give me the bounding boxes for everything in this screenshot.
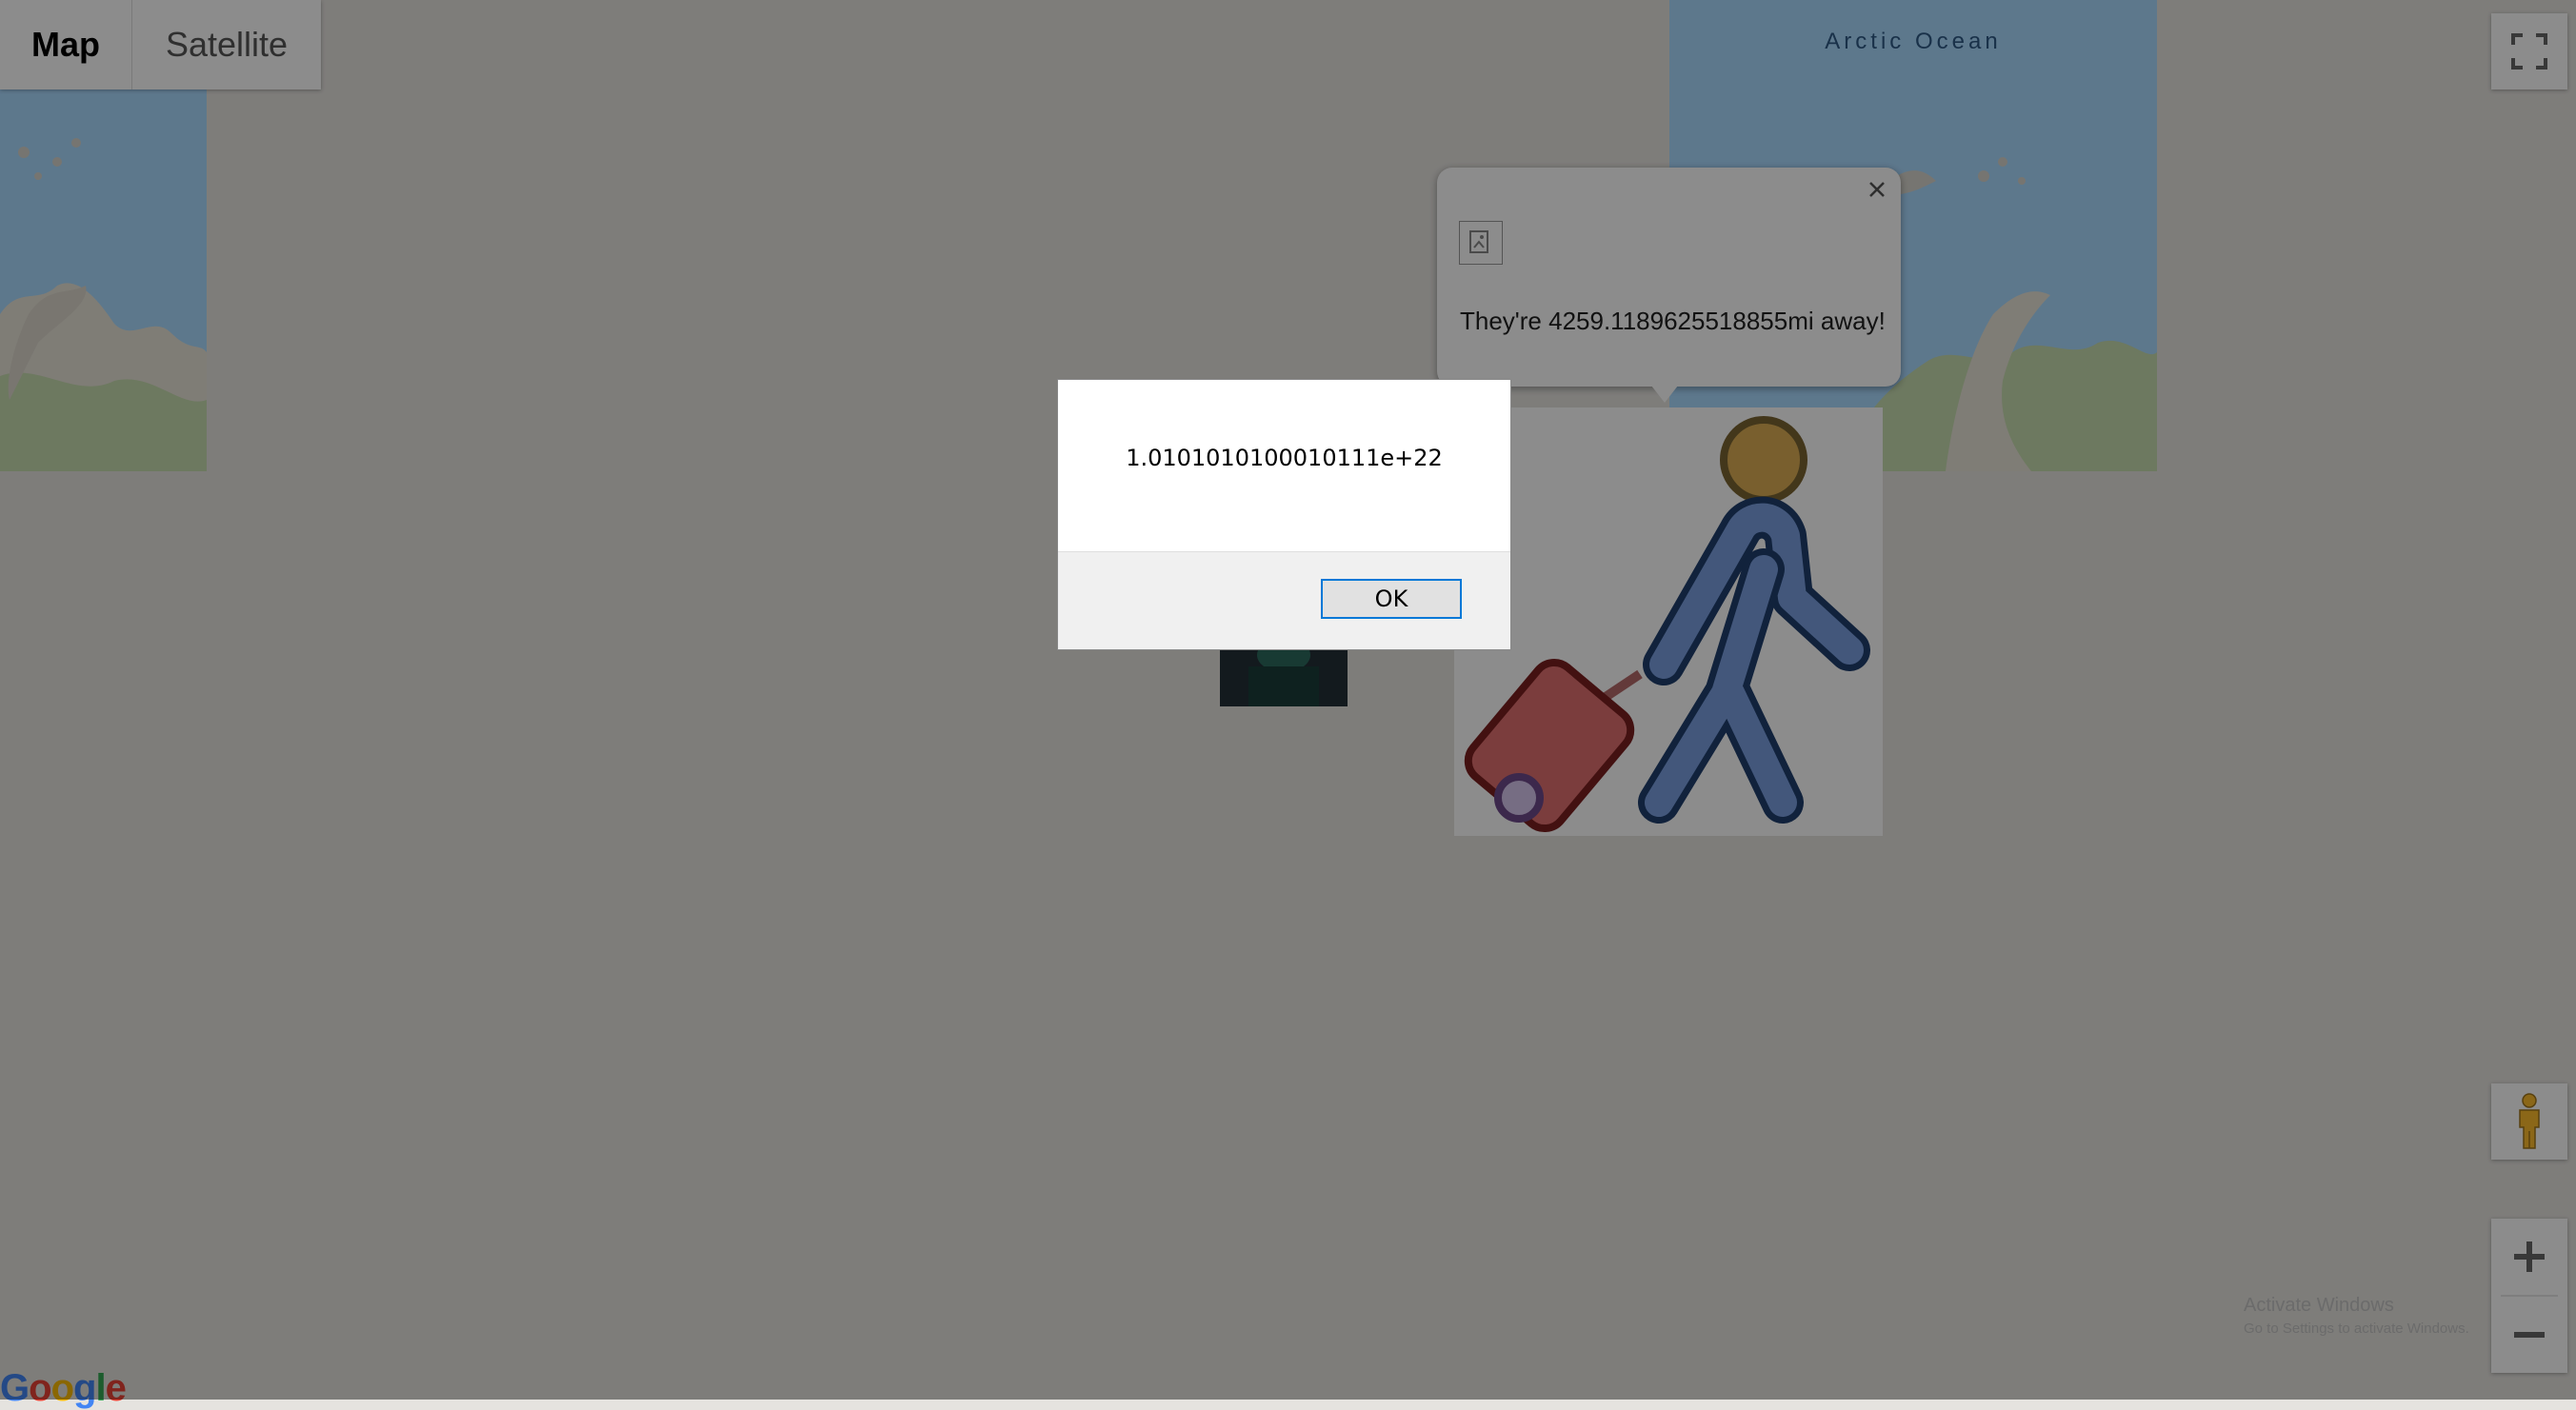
modal-overlay (0, 0, 2576, 1400)
alert-ok-button[interactable]: OK (1321, 579, 1462, 619)
watermark-subtitle: Go to Settings to activate Windows. (2244, 1321, 2469, 1337)
activate-windows-watermark: Activate Windows Go to Settings to activ… (2244, 1295, 2469, 1337)
alert-body: 1.0101010100010111e+22 (1058, 380, 1510, 552)
watermark-title: Activate Windows (2244, 1295, 2394, 1316)
alert-dialog: 1.0101010100010111e+22 OK (1057, 379, 1511, 650)
alert-message: 1.0101010100010111e+22 (1126, 445, 1443, 471)
